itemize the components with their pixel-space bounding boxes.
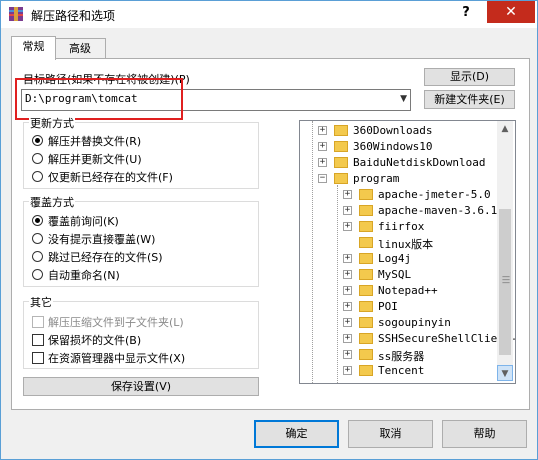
folder-icon: [334, 141, 348, 152]
tab-general[interactable]: 常规: [11, 36, 56, 60]
collapse-icon[interactable]: −: [318, 174, 327, 183]
checkbox-extract-to-subfolder-label: 解压压缩文件到子文件夹(L): [48, 316, 184, 329]
tree-item-label[interactable]: Notepad++: [378, 284, 438, 297]
folder-icon: [359, 333, 373, 344]
help-button[interactable]: 帮助: [442, 420, 527, 448]
expand-icon[interactable]: +: [343, 334, 352, 343]
window-title: 解压路径和选项: [31, 9, 116, 23]
radio-extract-update-label[interactable]: 解压并更新文件(U): [48, 151, 142, 167]
save-settings-button[interactable]: 保存设置(V): [23, 377, 259, 396]
radio-update-existing[interactable]: [32, 171, 43, 182]
tree-item-label[interactable]: MySQL: [378, 268, 411, 281]
grip-icon: — — —: [502, 272, 510, 287]
checkbox-keep-broken-label[interactable]: 保留损坏的文件(B): [48, 332, 141, 348]
radio-update-existing-label[interactable]: 仅更新已经存在的文件(F): [48, 169, 173, 185]
checkbox-extract-to-subfolder: [32, 316, 44, 328]
tree-item-label[interactable]: POI: [378, 300, 398, 313]
tree-guide-line: [337, 185, 338, 383]
checkbox-keep-broken[interactable]: [32, 334, 44, 346]
radio-overwrite-silent-label[interactable]: 没有提示直接覆盖(W): [48, 231, 155, 247]
tree-item-label[interactable]: Log4j: [378, 252, 411, 265]
chevron-down-icon[interactable]: ▼: [400, 94, 407, 104]
expand-icon[interactable]: +: [343, 270, 352, 279]
expand-icon[interactable]: +: [318, 142, 327, 151]
scroll-up-arrow-icon[interactable]: ▲: [497, 121, 513, 137]
scroll-down-arrow-icon[interactable]: ▼: [497, 365, 513, 381]
winrar-icon: [9, 7, 23, 21]
expand-icon[interactable]: +: [318, 126, 327, 135]
folder-icon: [359, 365, 373, 376]
radio-overwrite-silent[interactable]: [32, 233, 43, 244]
scrollbar-thumb[interactable]: — — —: [499, 209, 511, 355]
expand-icon[interactable]: +: [343, 254, 352, 263]
folder-icon: [334, 173, 348, 184]
tree-guide-line: [312, 121, 313, 383]
tree-item-label[interactable]: ss服务器: [378, 348, 424, 364]
show-button[interactable]: 显示(D): [424, 68, 515, 86]
cancel-button[interactable]: 取消: [348, 420, 433, 448]
tree-item-label[interactable]: BaiduNetdiskDownload: [353, 156, 485, 169]
radio-auto-rename-label[interactable]: 自动重命名(N): [48, 267, 120, 283]
overwrite-mode-title: 覆盖方式: [29, 194, 75, 210]
radio-skip-existing[interactable]: [32, 251, 43, 262]
radio-extract-replace-label[interactable]: 解压并替换文件(R): [48, 133, 141, 149]
radio-ask-before-label[interactable]: 覆盖前询问(K): [48, 213, 119, 229]
expand-icon[interactable]: +: [343, 222, 352, 231]
expand-icon[interactable]: +: [318, 158, 327, 167]
expand-icon[interactable]: +: [343, 286, 352, 295]
new-folder-button[interactable]: 新建文件夹(E): [424, 90, 515, 109]
expand-icon[interactable]: +: [343, 318, 352, 327]
tree-item-label[interactable]: Tencent: [378, 364, 424, 377]
radio-ask-before[interactable]: [32, 215, 43, 226]
radio-extract-replace[interactable]: [32, 135, 43, 146]
extraction-dialog: 解压路径和选项 ? ✕ 常规 高级 目标路径(如果不存在将被创建)(P) D:\…: [0, 0, 538, 460]
tree-item-label[interactable]: sogoupinyin: [378, 316, 451, 329]
tree-item-label[interactable]: fiirfox: [378, 220, 424, 233]
folder-icon: [359, 189, 373, 200]
folder-icon: [359, 253, 373, 264]
title-bar[interactable]: 解压路径和选项 ? ✕: [1, 1, 537, 28]
expand-icon[interactable]: +: [343, 366, 352, 375]
folder-icon: [359, 301, 373, 312]
tab-advanced[interactable]: 高级: [54, 38, 106, 59]
folder-icon: [334, 157, 348, 168]
folder-icon: [359, 221, 373, 232]
update-mode-title: 更新方式: [29, 115, 75, 131]
radio-extract-update[interactable]: [32, 153, 43, 164]
folder-icon: [359, 349, 373, 360]
close-button[interactable]: ✕: [487, 1, 535, 23]
folder-icon: [359, 317, 373, 328]
expand-icon[interactable]: +: [343, 350, 352, 359]
folder-icon: [359, 205, 373, 216]
misc-title: 其它: [29, 294, 53, 310]
expand-icon[interactable]: +: [343, 206, 352, 215]
folder-icon: [334, 125, 348, 136]
tree-item-label[interactable]: apache-jmeter-5.0: [378, 188, 491, 201]
checkbox-show-in-explorer[interactable]: [32, 352, 44, 364]
expand-icon[interactable]: +: [343, 302, 352, 311]
tree-item-label[interactable]: 360Downloads: [353, 124, 432, 137]
checkbox-show-in-explorer-label[interactable]: 在资源管理器中显示文件(X): [48, 350, 185, 366]
ok-button[interactable]: 确定: [254, 420, 339, 448]
tree-item-label[interactable]: SSHSecureShellClient-: [378, 332, 515, 345]
radio-skip-existing-label[interactable]: 跳过已经存在的文件(S): [48, 249, 163, 265]
folder-tree[interactable]: +360Downloads +360Windows10 + BaiduNetdiskD…: [299, 120, 516, 384]
folder-icon: [359, 237, 373, 248]
help-title-button[interactable]: ?: [448, 1, 484, 25]
tree-item-label[interactable]: 360Windows10: [353, 140, 432, 153]
radio-auto-rename[interactable]: [32, 269, 43, 280]
folder-icon: [359, 285, 373, 296]
folder-icon: [359, 269, 373, 280]
tree-item-label[interactable]: apache-maven-3.6.1: [378, 204, 497, 217]
tree-item-label[interactable]: linux版本: [378, 236, 433, 252]
expand-icon[interactable]: +: [343, 190, 352, 199]
tree-scrollbar[interactable]: ▲ — — — ▼: [497, 121, 513, 381]
red-highlight-annotation: [15, 78, 183, 120]
tree-item-label[interactable]: program: [353, 172, 399, 185]
